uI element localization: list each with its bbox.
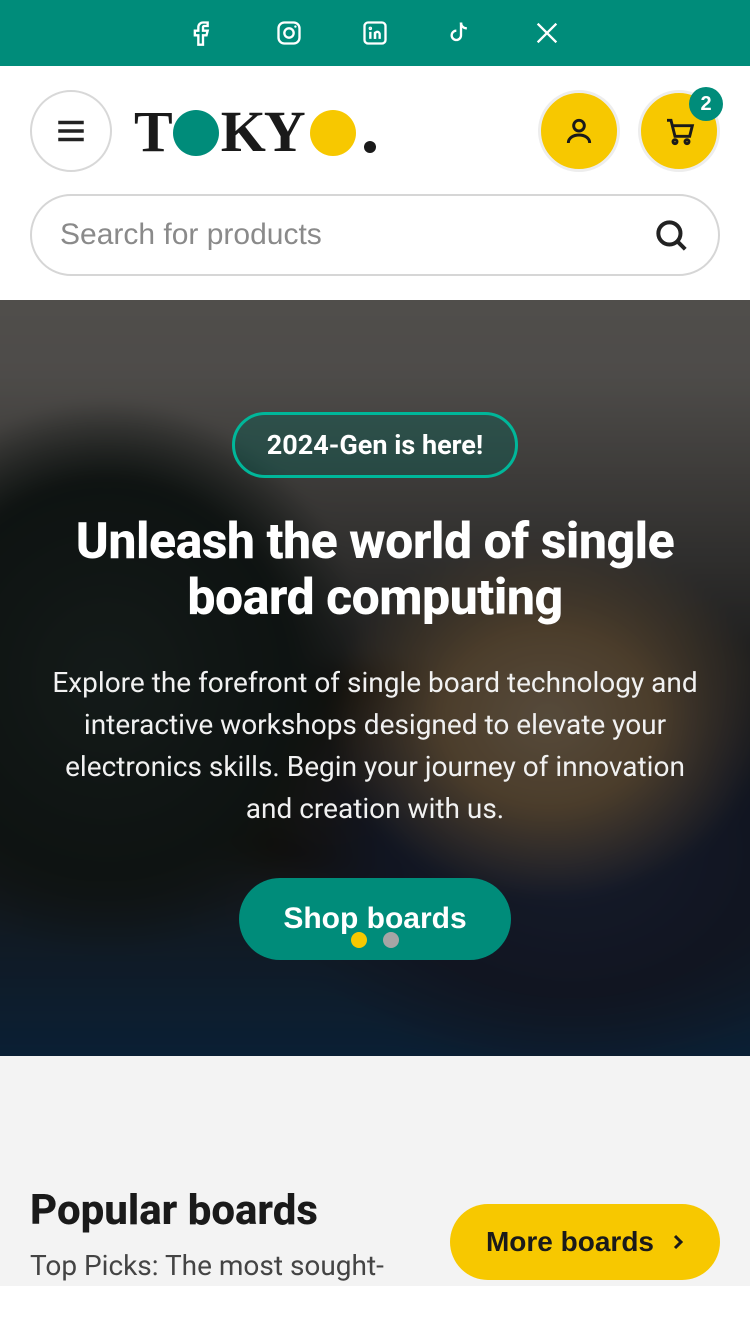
hero-description: Explore the forefront of single board te…: [40, 662, 710, 830]
carousel-pager: [351, 932, 399, 948]
linkedin-icon[interactable]: [360, 18, 390, 48]
header: T KY 2: [0, 66, 750, 184]
search-box[interactable]: [30, 194, 720, 276]
logo-letter: T: [134, 98, 171, 165]
more-boards-button[interactable]: More boards: [450, 1204, 720, 1280]
search-input[interactable]: [60, 218, 652, 252]
cart-button[interactable]: 2: [638, 90, 720, 172]
cart-icon: [663, 115, 695, 147]
logo-dot-yellow-icon: [310, 110, 356, 156]
logo[interactable]: T KY: [134, 98, 376, 165]
logo-letter: KY: [221, 98, 304, 165]
x-twitter-icon[interactable]: [532, 18, 562, 48]
hero: 2024-Gen is here! Unleash the world of s…: [0, 300, 750, 1056]
tiktok-icon[interactable]: [446, 18, 476, 48]
search-icon: [652, 216, 690, 254]
carousel-dot-1[interactable]: [351, 932, 367, 948]
carousel-dot-2[interactable]: [383, 932, 399, 948]
logo-period-icon: [364, 141, 376, 153]
popular-boards-section: Popular boards Top Picks: The most sough…: [0, 1056, 750, 1286]
hero-tag: 2024-Gen is here!: [232, 412, 518, 478]
menu-button[interactable]: [30, 90, 112, 172]
social-bar: [0, 0, 750, 66]
hamburger-icon: [54, 114, 88, 148]
user-icon: [563, 115, 595, 147]
more-boards-label: More boards: [486, 1226, 654, 1258]
facebook-icon[interactable]: [188, 18, 218, 48]
logo-dot-green-icon: [173, 110, 219, 156]
account-button[interactable]: [538, 90, 620, 172]
hero-title: Unleash the world of single board comput…: [40, 514, 710, 626]
instagram-icon[interactable]: [274, 18, 304, 48]
chevron-right-icon: [666, 1230, 690, 1254]
search-container: [0, 184, 750, 300]
cart-badge: 2: [689, 87, 723, 121]
